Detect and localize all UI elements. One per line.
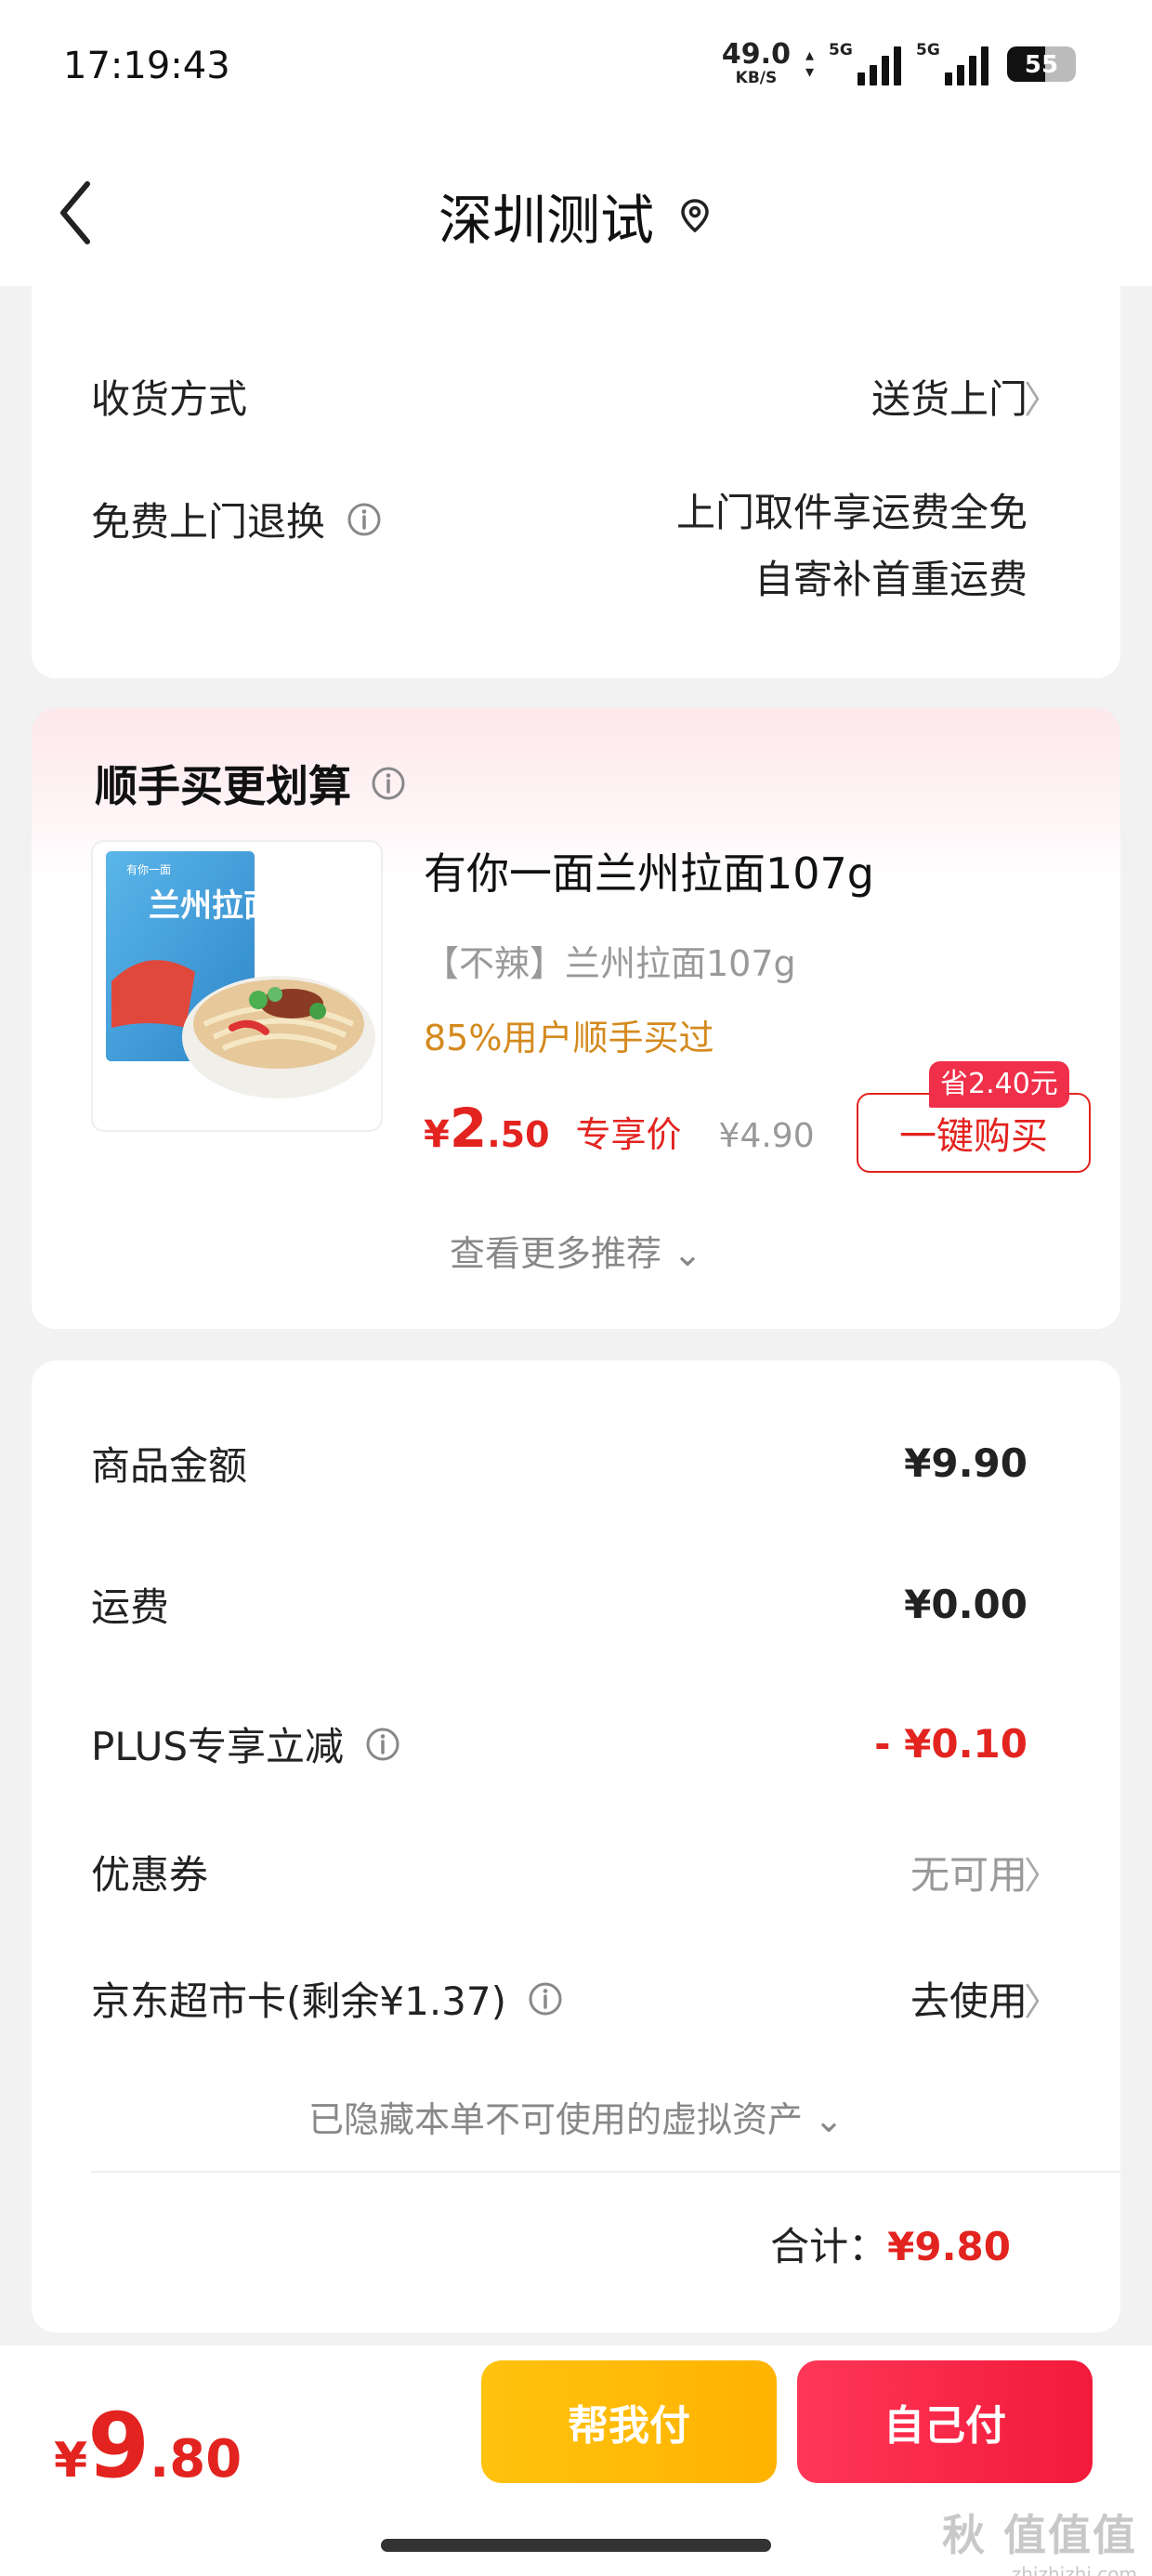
order-total: 合计：¥9.80 <box>770 2215 1011 2272</box>
delivery-method-label: 收货方式 <box>91 376 248 422</box>
original-price: ¥4.90 <box>718 1117 815 1155</box>
battery-level: 55 <box>1024 50 1059 79</box>
product-spec: 【不辣】兰州拉面107g <box>424 943 796 984</box>
status-time: 17:19:43 <box>63 45 230 87</box>
signal-label-2: 5G <box>916 40 940 59</box>
total-label: 合计： <box>770 2224 888 2269</box>
bottom-price-currency: ¥ <box>54 2433 88 2489</box>
price-integer: 2 <box>449 1097 488 1160</box>
free-return-line2: 自寄补首重运费 <box>753 557 1028 602</box>
coupon-label: 优惠券 <box>91 1852 209 1898</box>
bottom-total-price: ¥ 9 .80 <box>54 2394 242 2498</box>
divider <box>91 2171 1120 2173</box>
noodle-package-image: 有你一面 兰州拉面 <box>106 851 375 1098</box>
bottom-price-integer: 9 <box>87 2394 150 2498</box>
chevron-right-icon: 〉 <box>1024 1855 1061 1898</box>
signal-icon: 5G <box>829 40 901 85</box>
goods-amount-value: ¥9.90 <box>904 1440 1028 1486</box>
page-title: 深圳测试 <box>438 189 654 252</box>
info-icon[interactable] <box>346 501 383 538</box>
recommend-title: 顺手买更划算 <box>95 753 407 814</box>
supermarket-card-label: 京东超市卡(剩余¥1.37) <box>91 1978 507 2024</box>
hidden-assets-toggle[interactable]: 已隐藏本单不可使用的虚拟资产 ⌄ <box>32 2091 1120 2142</box>
checkout-page: 17:19:43 49.0 KB/S ▴ ▾ 5G 5G 55 深圳测试 收货方… <box>0 0 1152 2576</box>
data-arrows-icon: ▴ ▾ <box>805 45 814 82</box>
home-indicator[interactable] <box>381 2539 771 2552</box>
location-pin-icon <box>681 199 709 233</box>
free-return-label: 免费上门退换 <box>91 499 326 545</box>
network-speed-unit: KB/S <box>735 69 778 87</box>
shipping-value: ¥0.00 <box>904 1582 1028 1627</box>
recommend-title-text: 顺手买更划算 <box>95 761 351 811</box>
bottom-price-decimal: .80 <box>149 2429 242 2490</box>
watermark-url: zhizhizhi.com <box>1011 2563 1137 2576</box>
price-decimal: .50 <box>487 1114 550 1155</box>
nav-bar: 深圳测试 <box>0 139 1152 286</box>
info-icon[interactable] <box>364 1726 401 1763</box>
chevron-right-icon: 〉 <box>1024 379 1061 422</box>
status-bar: 17:19:43 49.0 KB/S ▴ ▾ 5G 5G 55 <box>0 0 1152 139</box>
product-image[interactable]: 有你一面 兰州拉面 <box>91 840 383 1132</box>
total-value: ¥9.80 <box>887 2224 1011 2269</box>
help-me-pay-button[interactable]: 帮我付 <box>481 2360 777 2483</box>
address-title[interactable]: 深圳测试 <box>0 177 1152 255</box>
watermark-logo: 秋 值值值 <box>941 2510 1137 2560</box>
price-currency: ¥ <box>424 1113 450 1156</box>
price-label: 专享价 <box>575 1114 682 1155</box>
status-icons: 49.0 KB/S ▴ ▾ 5G 5G 55 <box>722 41 1076 86</box>
info-icon[interactable] <box>527 1980 564 2017</box>
package-title: 兰州拉面 <box>149 887 275 925</box>
delivery-card: 收货方式 送货上门 〉 免费上门退换 上门取件享运费全免 自寄补首重运费 <box>32 279 1120 678</box>
save-badge: 省2.40元 <box>929 1061 1069 1108</box>
pay-myself-button[interactable]: 自己付 <box>797 2360 1093 2483</box>
price-summary-card: 商品金额 ¥9.90 运费 ¥0.00 PLUS专享立减 - ¥0.10 优惠券… <box>32 1360 1120 2333</box>
goods-amount-label: 商品金额 <box>91 1443 248 1489</box>
delivery-method-value: 送货上门 <box>871 376 1028 422</box>
plus-discount-value: - ¥0.10 <box>874 1721 1028 1767</box>
free-return-row: 免费上门退换 上门取件享运费全免 自寄补首重运费 <box>91 490 1061 602</box>
plus-discount-label: PLUS专享立减 <box>91 1724 345 1769</box>
chevron-right-icon: 〉 <box>1024 1981 1061 2024</box>
product-name[interactable]: 有你一面兰州拉面107g <box>424 840 874 901</box>
product-bought-hint: 85%用户顺手买过 <box>424 1018 714 1058</box>
supermarket-card-value: 去使用 <box>910 1978 1028 2024</box>
more-recommend-link[interactable]: 查看更多推荐 ⌄ <box>32 1225 1120 1276</box>
free-return-value: 上门取件享运费全免 自寄补首重运费 <box>676 480 1028 613</box>
network-speed: 49.0 KB/S <box>722 41 791 86</box>
watermark: 秋 值值值 zhizhizhi.com <box>942 2502 1137 2576</box>
coupon-value: 无可用 <box>910 1852 1028 1898</box>
shipping-label: 运费 <box>91 1584 170 1630</box>
package-brand: 有你一面 <box>126 863 171 876</box>
signal-label: 5G <box>829 40 853 59</box>
free-return-line1: 上门取件享运费全免 <box>675 490 1028 535</box>
recommend-card: 顺手买更划算 有你一面 兰州拉面 有你一面兰州拉面107g 【不辣】兰州拉面10… <box>32 708 1120 1329</box>
network-speed-value: 49.0 <box>721 38 791 71</box>
info-icon[interactable] <box>370 765 407 802</box>
product-price: ¥ 2 .50 专享价 ¥4.90 <box>424 1097 815 1160</box>
battery-icon: 55 <box>1007 46 1076 82</box>
signal-icon-2: 5G <box>916 40 988 85</box>
